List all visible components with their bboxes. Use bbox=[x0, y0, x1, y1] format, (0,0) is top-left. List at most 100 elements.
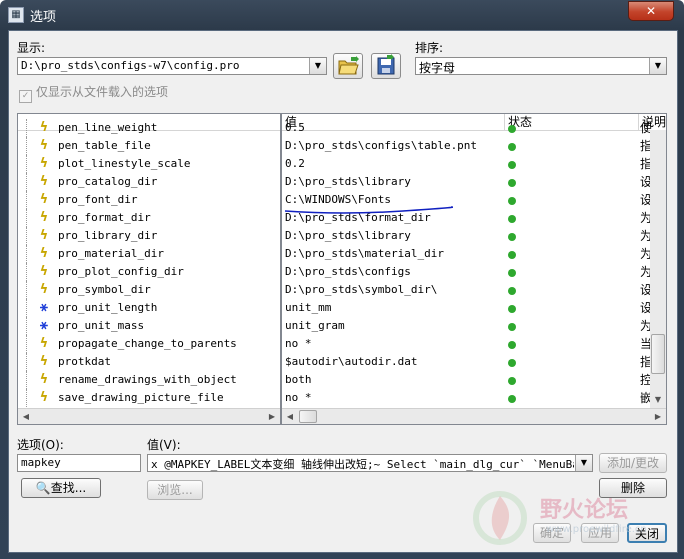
status-dot-icon bbox=[508, 287, 516, 295]
horizontal-scrollbar[interactable]: ◀ ▶ bbox=[18, 408, 280, 424]
chevron-down-icon[interactable]: ▼ bbox=[649, 58, 666, 74]
option-value: unit_mm bbox=[285, 301, 332, 314]
dialog-client: 显示: D:\pro_stds\configs-w7\config.pro ▼ … bbox=[8, 30, 678, 553]
status-dot-icon bbox=[508, 161, 516, 169]
table-row[interactable]: ϟ pro_plot_config_dir bbox=[18, 263, 280, 281]
table-row[interactable]: D:\pro_stds\configs 为 bbox=[282, 263, 652, 281]
option-name: propagate_change_to_parents bbox=[58, 337, 237, 350]
lightning-icon: ϟ bbox=[40, 138, 48, 153]
option-value: D:\pro_stds\library bbox=[285, 175, 411, 188]
table-row[interactable]: D:\pro_stds\library 设 bbox=[282, 173, 652, 191]
lightning-icon: ϟ bbox=[40, 282, 48, 297]
table-row[interactable]: D:\pro_stds\library 为 bbox=[282, 227, 652, 245]
table-row[interactable]: ⚹ pro_unit_mass bbox=[18, 317, 280, 335]
browse-button[interactable]: 浏览... bbox=[147, 480, 203, 500]
tree-connector bbox=[26, 263, 28, 281]
display-combo[interactable]: D:\pro_stds\configs-w7\config.pro ▼ bbox=[17, 57, 327, 75]
status-dot-icon bbox=[508, 179, 516, 187]
option-name-pane[interactable]: ϟ pen_line_weight ϟ pen_table_file ϟ plot_lin… bbox=[17, 113, 281, 425]
tree-connector bbox=[26, 137, 28, 155]
table-row[interactable]: no * 当 bbox=[282, 335, 652, 353]
lightning-icon: ϟ bbox=[40, 156, 48, 171]
sort-combo[interactable]: 按字母 ▼ bbox=[415, 57, 667, 75]
table-row[interactable]: ϟ pro_symbol_dir bbox=[18, 281, 280, 299]
scroll-left-icon[interactable]: ◀ bbox=[18, 409, 34, 424]
scroll-left-icon[interactable]: ◀ bbox=[282, 409, 298, 424]
save-disk-icon bbox=[377, 54, 395, 75]
table-row[interactable]: ϟ plot_linestyle_scale bbox=[18, 155, 280, 173]
table-row[interactable]: D:\pro_stds\symbol_dir\ 设 bbox=[282, 281, 652, 299]
table-row[interactable]: 0.2 指 bbox=[282, 155, 652, 173]
lightning-icon: ϟ bbox=[40, 228, 48, 243]
table-row[interactable]: ϟ propagate_change_to_parents bbox=[18, 335, 280, 353]
table-row[interactable]: ϟ pen_table_file bbox=[18, 137, 280, 155]
table-row[interactable]: both 控 bbox=[282, 371, 652, 389]
tree-connector bbox=[26, 155, 28, 173]
open-file-button[interactable] bbox=[333, 53, 363, 79]
option-input[interactable]: mapkey bbox=[17, 454, 141, 472]
option-value: D:\pro_stds\symbol_dir\ bbox=[285, 283, 438, 296]
table-row[interactable]: ϟ pro_material_dir bbox=[18, 245, 280, 263]
scroll-right-icon[interactable]: ▶ bbox=[650, 409, 666, 424]
option-value: D:\pro_stds\configs bbox=[285, 265, 411, 278]
option-value-pane[interactable]: 值 状态 说明 0.5 使 D:\pro_stds\configs\table.pn… bbox=[281, 113, 667, 425]
scroll-right-icon[interactable]: ▶ bbox=[264, 409, 280, 424]
horizontal-scrollbar[interactable]: ◀ ▶ bbox=[282, 408, 666, 424]
table-row[interactable]: D:\pro_stds\material_dir 为 bbox=[282, 245, 652, 263]
option-name: pen_line_weight bbox=[58, 121, 158, 134]
table-row[interactable]: ϟ pro_format_dir bbox=[18, 209, 280, 227]
table-row[interactable]: no * 嵌 bbox=[282, 389, 652, 407]
table-row[interactable]: $autodir\autodir.dat 指 bbox=[282, 353, 652, 371]
tree-connector bbox=[26, 227, 28, 245]
table-row[interactable]: D:\pro_stds\configs\table.pnt 指 bbox=[282, 137, 652, 155]
tree-connector bbox=[26, 281, 28, 299]
value-combo[interactable]: x @MAPKEY_LABEL文本变细 轴线伸出改短;~ Select `mai… bbox=[147, 454, 593, 472]
lightning-icon: ϟ bbox=[40, 336, 48, 351]
close-window-button[interactable]: ✕ bbox=[628, 1, 674, 21]
tree-connector bbox=[26, 389, 28, 407]
display-combo-value: D:\pro_stds\configs-w7\config.pro bbox=[21, 59, 240, 72]
option-name: pro_library_dir bbox=[58, 229, 158, 242]
table-row[interactable]: unit_gram 为 bbox=[282, 317, 652, 335]
tree-connector bbox=[26, 245, 28, 263]
watermark-logo: 野火论坛 www.proewildfire.cn bbox=[470, 488, 670, 548]
scroll-down-icon[interactable]: ▼ bbox=[650, 392, 666, 408]
tree-connector bbox=[26, 317, 28, 335]
table-row[interactable]: ϟ pro_catalog_dir bbox=[18, 173, 280, 191]
status-dot-icon bbox=[508, 323, 516, 331]
add-change-button[interactable]: 添加/更改 bbox=[599, 453, 667, 473]
value-combo-value: x @MAPKEY_LABEL文本变细 轴线伸出改短;~ Select `mai… bbox=[151, 458, 574, 471]
table-row[interactable]: ϟ pen_line_weight bbox=[18, 119, 280, 137]
find-button[interactable]: 🔍查找... bbox=[21, 478, 101, 498]
table-row[interactable]: ϟ pro_font_dir bbox=[18, 191, 280, 209]
vertical-scrollbar[interactable]: ▼ bbox=[650, 130, 666, 408]
chevron-down-icon[interactable]: ▼ bbox=[575, 455, 592, 471]
table-row[interactable]: unit_mm 设 bbox=[282, 299, 652, 317]
flame-logo-icon bbox=[473, 491, 527, 545]
title-bar[interactable]: ▦ 选项 ✕ bbox=[0, 0, 684, 30]
table-row[interactable]: ϟ save_drawing_picture_file bbox=[18, 389, 280, 407]
find-button-label: 查找... bbox=[50, 481, 87, 495]
table-row[interactable]: ⚹ pro_unit_length bbox=[18, 299, 280, 317]
vertical-scroll-thumb[interactable] bbox=[651, 334, 665, 374]
option-name: pro_format_dir bbox=[58, 211, 151, 224]
status-dot-icon bbox=[508, 377, 516, 385]
options-dialog: ▦ 选项 ✕ 显示: D:\pro_stds\configs-w7\config… bbox=[0, 0, 684, 559]
magnifier-icon: 🔍 bbox=[35, 481, 51, 495]
table-row[interactable]: ϟ pro_library_dir bbox=[18, 227, 280, 245]
table-row[interactable]: ϟ protkdat bbox=[18, 353, 280, 371]
status-dot-icon bbox=[508, 143, 516, 151]
table-row[interactable]: 0.5 使 bbox=[282, 119, 652, 137]
option-name: pro_unit_length bbox=[58, 301, 158, 314]
chevron-down-icon[interactable]: ▼ bbox=[309, 58, 326, 74]
filter-checkbox[interactable]: ✓ 仅显示从文件载入的选项 bbox=[19, 83, 168, 103]
lightning-icon: ϟ bbox=[40, 390, 48, 405]
wand-icon: ⚹ bbox=[40, 300, 48, 315]
folder-open-icon bbox=[338, 56, 359, 75]
annotation-underline bbox=[284, 206, 453, 214]
horizontal-scroll-thumb[interactable] bbox=[299, 410, 317, 423]
option-name: pro_symbol_dir bbox=[58, 283, 151, 296]
option-value: D:\pro_stds\material_dir bbox=[285, 247, 444, 260]
table-row[interactable]: ϟ rename_drawings_with_object bbox=[18, 371, 280, 389]
save-config-button[interactable] bbox=[371, 53, 401, 79]
